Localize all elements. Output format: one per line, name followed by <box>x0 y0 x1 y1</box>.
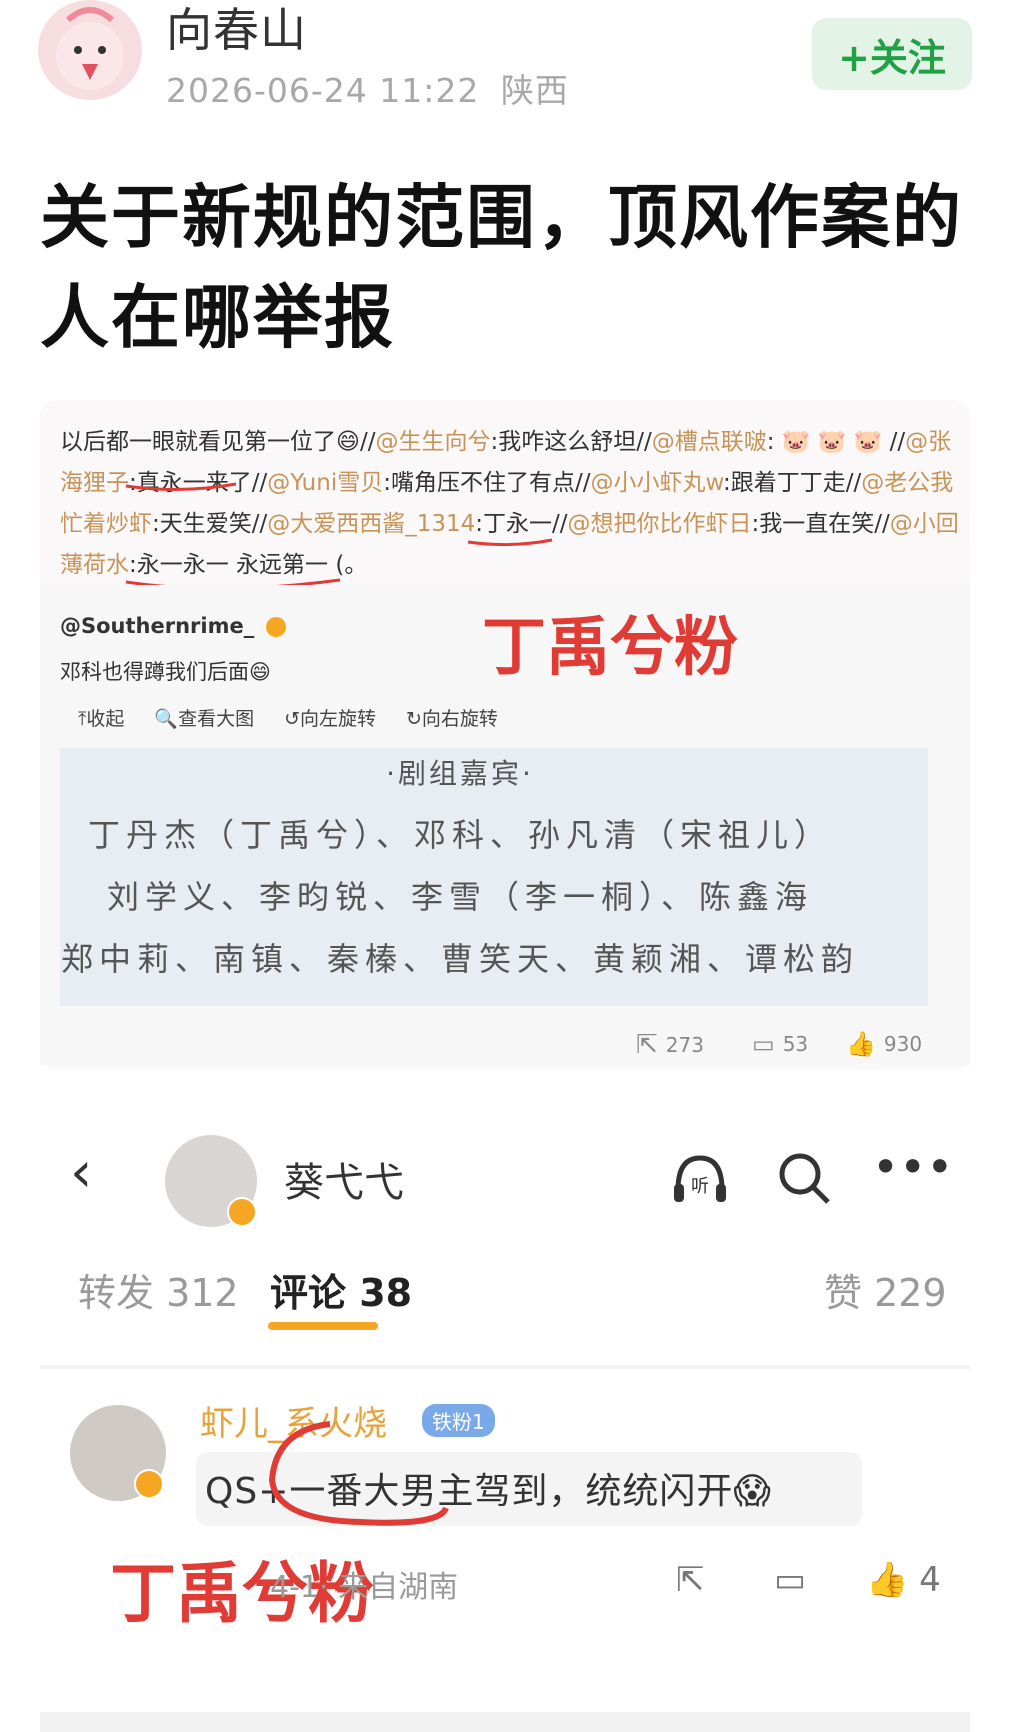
thumbs-up-icon: 👍 <box>866 1560 909 1600</box>
share-icon[interactable]: ⇱ <box>676 1560 705 1600</box>
comment-location: 4-1· 来自湖南 <box>270 1570 459 1605</box>
red-circle-mark <box>268 1421 449 1526</box>
like-stat[interactable]: 👍 4 <box>866 1560 941 1600</box>
bottom-bar <box>40 1712 970 1732</box>
comment-like-count: 4 <box>919 1560 941 1600</box>
comment-icon[interactable]: ▭ <box>774 1560 806 1600</box>
